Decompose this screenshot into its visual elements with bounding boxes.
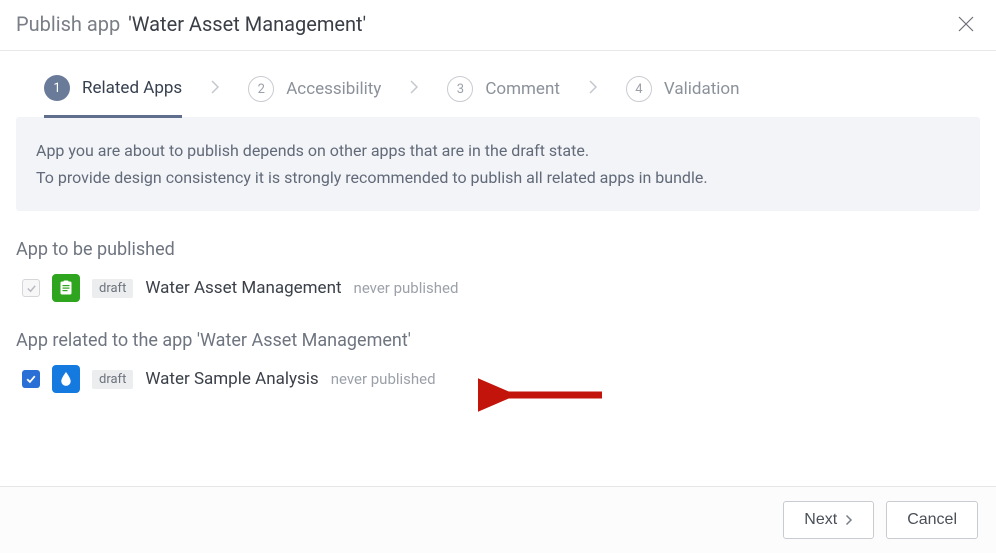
app-row-main: draft Water Asset Management never publi…	[16, 274, 980, 302]
step-validation[interactable]: 4 Validation	[626, 76, 740, 116]
chevron-right-icon	[845, 514, 853, 526]
app-icon-water	[52, 365, 80, 393]
info-line: To provide design consistency it is stro…	[36, 164, 960, 191]
drop-icon	[57, 370, 75, 388]
app-name: Water Asset Management	[145, 278, 341, 298]
step-related-apps[interactable]: 1 Related Apps	[44, 75, 182, 118]
close-icon	[956, 14, 976, 34]
close-button[interactable]	[956, 14, 976, 34]
step-comment[interactable]: 3 Comment	[447, 76, 560, 116]
app-name: Water Sample Analysis	[145, 369, 318, 389]
step-label: Comment	[485, 79, 560, 99]
dialog-title-prefix: Publish app	[16, 12, 120, 36]
wizard-stepper: 1 Related Apps 2 Accessibility 3 Comment	[16, 51, 980, 117]
step-number: 2	[248, 76, 274, 102]
dialog-title-app: 'Water Asset Management'	[128, 12, 366, 36]
info-banner: App you are about to publish depends on …	[16, 117, 980, 211]
app-icon-clipboard	[52, 274, 80, 302]
step-label: Accessibility	[286, 79, 381, 99]
check-icon	[26, 283, 37, 294]
next-button[interactable]: Next	[783, 501, 874, 539]
step-number: 1	[44, 75, 70, 101]
chevron-right-icon	[190, 79, 240, 113]
app-row-related: draft Water Sample Analysis never publis…	[16, 365, 980, 393]
chevron-right-icon	[568, 79, 618, 113]
publish-app-dialog: Publish app 'Water Asset Management' 1 R…	[0, 0, 996, 553]
clipboard-icon	[57, 279, 75, 297]
checkbox-disabled	[22, 279, 40, 297]
cancel-label: Cancel	[907, 511, 957, 529]
checkbox-related[interactable]	[22, 370, 40, 388]
step-number: 3	[447, 76, 473, 102]
step-accessibility[interactable]: 2 Accessibility	[248, 76, 381, 116]
step-label: Validation	[664, 79, 740, 99]
dialog-footer: Next Cancel	[0, 486, 996, 553]
next-label: Next	[804, 511, 837, 529]
dialog-content: 1 Related Apps 2 Accessibility 3 Comment	[0, 51, 996, 486]
draft-badge: draft	[92, 370, 133, 389]
dialog-header: Publish app 'Water Asset Management'	[0, 0, 996, 51]
publish-status: never published	[331, 370, 436, 388]
publish-status: never published	[354, 279, 459, 297]
info-line: App you are about to publish depends on …	[36, 137, 960, 164]
chevron-right-icon	[389, 79, 439, 113]
check-icon	[25, 373, 37, 385]
step-number: 4	[626, 76, 652, 102]
cancel-button[interactable]: Cancel	[886, 501, 978, 539]
step-label: Related Apps	[82, 78, 182, 98]
draft-badge: draft	[92, 279, 133, 298]
section-heading-publish: App to be published	[16, 239, 980, 260]
section-heading-related: App related to the app 'Water Asset Mana…	[16, 330, 980, 351]
